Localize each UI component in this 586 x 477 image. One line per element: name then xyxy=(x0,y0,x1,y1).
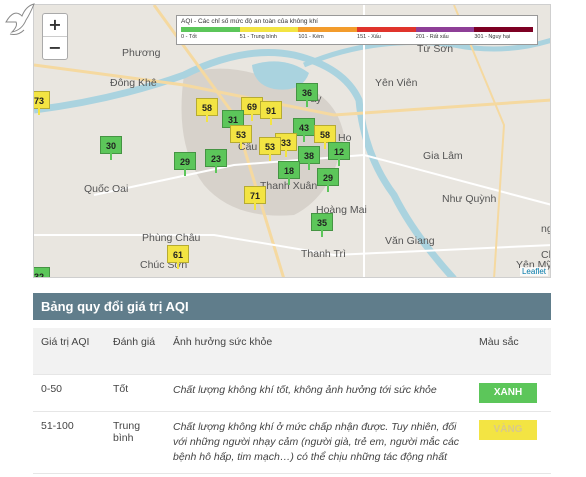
legend-label: 0 - Tốt xyxy=(181,34,197,40)
aqi-station-marker[interactable]: 38 xyxy=(298,146,320,170)
aqi-legend: AQI - Các chỉ số mức độ an toàn của khôn… xyxy=(176,15,538,45)
aqi-station-marker[interactable]: 29 xyxy=(317,168,339,192)
place-label: Quốc Oai xyxy=(84,183,129,195)
aqi-station-marker[interactable]: 18 xyxy=(278,161,300,185)
legend-swatch-hazardous xyxy=(474,27,534,32)
legend-label: 51 - Trung bình xyxy=(239,34,277,40)
aqi-range-cell: 51-100 xyxy=(33,411,105,474)
aqi-station-marker[interactable]: 91 xyxy=(260,101,282,125)
place-label: Gia Lâm xyxy=(423,150,463,162)
zoom-control: + − xyxy=(42,13,68,60)
table-row: 0-50 Tốt Chất lượng không khí tốt, không… xyxy=(33,374,551,412)
place-label: Văn Giang xyxy=(385,235,435,247)
legend-color-bar xyxy=(181,27,534,32)
aqi-station-marker[interactable]: 36 xyxy=(296,83,318,107)
column-header-aqi-value: Giá trị AQI xyxy=(33,328,105,375)
legend-label: 301 - Nguy hại xyxy=(474,34,511,40)
column-header-health-effect: Ảnh hưởng sức khỏe xyxy=(165,328,471,375)
aqi-station-marker[interactable]: 71 xyxy=(244,186,266,210)
aqi-station-marker[interactable]: 12 xyxy=(328,142,350,166)
aqi-station-marker[interactable]: 23 xyxy=(205,149,227,173)
legend-label: 201 - Rất xấu xyxy=(415,34,449,40)
aqi-range-cell: 0-50 xyxy=(33,374,105,412)
place-label: Phương xyxy=(122,47,161,59)
color-chip: XANH xyxy=(479,383,537,403)
place-label: Phùng Châu xyxy=(142,232,201,244)
legend-label: 101 - Kém xyxy=(298,34,324,40)
aqi-station-marker[interactable]: 73 xyxy=(34,91,50,115)
legend-label: 151 - Xấu xyxy=(357,34,381,40)
aqi-conversion-table: Giá trị AQI Đánh giá Ảnh hưởng sức khỏe … xyxy=(33,328,551,474)
legend-swatch-poor xyxy=(298,27,358,32)
health-effect-cell: Chất lượng không khí ở mức chấp nhận đượ… xyxy=(165,411,471,474)
place-label: Yên Viên xyxy=(375,77,418,89)
color-cell: VÀNG xyxy=(471,411,551,474)
aqi-station-marker[interactable]: 30 xyxy=(100,136,122,160)
legend-swatch-good xyxy=(181,27,240,32)
place-label: Như Quỳnh xyxy=(442,193,497,205)
table-row: 51-100 Trung bình Chất lượng không khí ở… xyxy=(33,411,551,474)
aqi-station-marker[interactable]: 58 xyxy=(314,125,336,149)
color-cell: XANH xyxy=(471,374,551,412)
aqi-station-marker[interactable]: 29 xyxy=(174,152,196,176)
legend-swatch-moderate xyxy=(239,27,299,32)
aqi-station-marker[interactable]: 53 xyxy=(259,137,281,161)
health-effect-cell: Chất lượng không khí tốt, không ảnh hưởn… xyxy=(165,374,471,412)
rating-cell: Tốt xyxy=(105,374,165,412)
place-label: Đông Khê xyxy=(110,77,157,89)
bird-watermark-icon xyxy=(5,3,35,35)
legend-title: AQI - Các chỉ số mức độ an toàn của khôn… xyxy=(181,18,318,25)
place-label: Thanh Trì xyxy=(301,248,346,260)
column-header-color: Màu sắc xyxy=(471,328,551,375)
place-label: ng xyxy=(541,223,550,235)
aqi-station-marker[interactable]: 61 xyxy=(167,245,189,269)
leaflet-attribution-link[interactable]: Leaflet xyxy=(519,267,548,276)
aqi-station-marker[interactable]: 35 xyxy=(311,213,333,237)
legend-swatch-bad xyxy=(357,27,416,32)
aqi-station-marker[interactable]: 58 xyxy=(196,98,218,122)
column-header-rating: Đánh giá xyxy=(105,328,165,375)
zoom-out-button[interactable]: − xyxy=(43,36,67,59)
table-header-row: Giá trị AQI Đánh giá Ảnh hưởng sức khỏe … xyxy=(33,328,551,375)
rating-cell: Trung bình xyxy=(105,411,165,474)
aqi-table-section-title: Bảng quy đổi giá trị AQI xyxy=(33,293,551,320)
place-label: Cho xyxy=(541,249,550,261)
aqi-map[interactable]: + − AQI - Các chỉ số mức độ an toàn của … xyxy=(33,4,551,278)
legend-swatch-very-bad xyxy=(415,27,475,32)
zoom-in-button[interactable]: + xyxy=(43,14,67,36)
color-chip: VÀNG xyxy=(479,420,537,440)
aqi-station-marker[interactable]: 32 xyxy=(34,267,50,277)
aqi-station-marker[interactable]: 53 xyxy=(230,125,252,149)
